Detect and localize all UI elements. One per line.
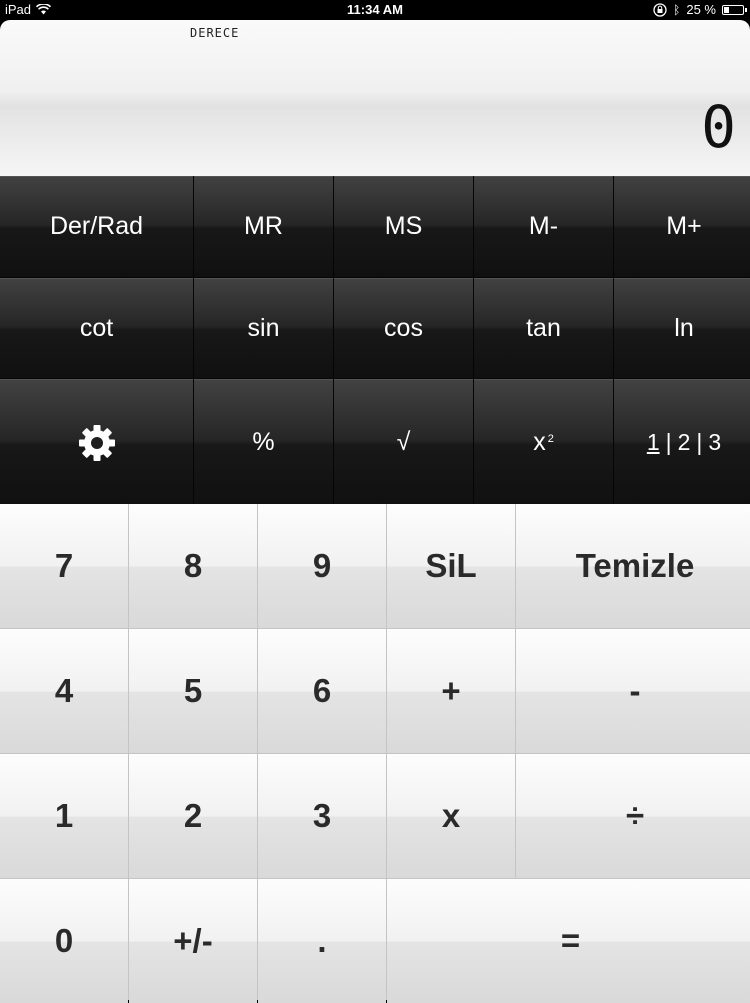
clock: 11:34 AM: [347, 2, 403, 17]
tan-button[interactable]: tan: [474, 278, 613, 378]
rotation-lock-icon: [653, 2, 667, 17]
square-root-button[interactable]: √: [334, 379, 473, 506]
digit-6-button[interactable]: 6: [258, 629, 386, 753]
sign-toggle-button[interactable]: +/-: [129, 879, 257, 1003]
digit-0-button[interactable]: 0: [0, 879, 128, 1003]
plus-button[interactable]: +: [387, 629, 515, 753]
page-selector[interactable]: 1 | 2 | 3: [614, 379, 750, 506]
page-separator: |: [665, 429, 672, 455]
square-button[interactable]: x2: [474, 379, 613, 506]
page-1-indicator[interactable]: 1: [647, 429, 660, 456]
memory-plus-button[interactable]: M+: [614, 176, 750, 277]
digit-4-button[interactable]: 4: [0, 629, 128, 753]
calculator-display: DERECE 0: [0, 20, 750, 176]
page-separator: |: [696, 429, 703, 455]
function-keypad: Der/Rad MR MS M- M+ cot sin cos tan ln %…: [0, 176, 750, 506]
status-bar: iPad 11:34 AM ᛒ 25 %: [0, 0, 750, 20]
bluetooth-icon: ᛒ: [673, 2, 681, 17]
memory-recall-button[interactable]: MR: [194, 176, 333, 277]
sin-button[interactable]: sin: [194, 278, 333, 378]
memory-store-button[interactable]: MS: [334, 176, 473, 277]
cot-button[interactable]: cot: [0, 278, 193, 378]
decimal-point-button[interactable]: .: [258, 879, 386, 1003]
clear-button[interactable]: Temizle: [516, 504, 750, 628]
ln-button[interactable]: ln: [614, 278, 750, 378]
equals-button[interactable]: =: [387, 879, 750, 1003]
digit-2-button[interactable]: 2: [129, 754, 257, 878]
digit-1-button[interactable]: 1: [0, 754, 128, 878]
deg-rad-button[interactable]: Der/Rad: [0, 176, 193, 277]
minus-button[interactable]: -: [516, 629, 750, 753]
digit-5-button[interactable]: 5: [129, 629, 257, 753]
display-value: 0: [701, 93, 736, 161]
settings-button[interactable]: [0, 379, 193, 506]
digit-8-button[interactable]: 8: [129, 504, 257, 628]
memory-minus-button[interactable]: M-: [474, 176, 613, 277]
square-exponent: 2: [547, 432, 554, 445]
battery-percent: 25 %: [686, 2, 716, 17]
digit-3-button[interactable]: 3: [258, 754, 386, 878]
gear-icon: [78, 424, 115, 461]
delete-button[interactable]: SiL: [387, 504, 515, 628]
divide-button[interactable]: ÷: [516, 754, 750, 878]
number-keypad: 7 8 9 SiL Temizle 4 5 6 + - 1 2 3 x ÷ 0 …: [0, 504, 750, 1003]
page-2-indicator[interactable]: 2: [678, 429, 691, 456]
percent-button[interactable]: %: [194, 379, 333, 506]
page-3-indicator[interactable]: 3: [708, 429, 721, 456]
cos-button[interactable]: cos: [334, 278, 473, 378]
angle-mode-indicator: DERECE: [190, 26, 240, 40]
digit-7-button[interactable]: 7: [0, 504, 128, 628]
square-base: x: [533, 428, 546, 456]
multiply-button[interactable]: x: [387, 754, 515, 878]
battery-icon: [722, 4, 747, 15]
digit-9-button[interactable]: 9: [258, 504, 386, 628]
